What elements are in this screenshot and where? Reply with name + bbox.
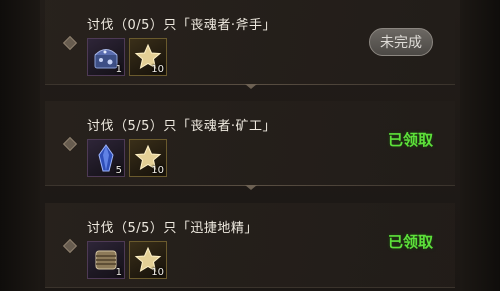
- quest-row: 讨伐（5/5）只「丧魂者·矿工」 5 10 已领取: [45, 101, 455, 190]
- divider-arrow-icon: [245, 185, 257, 190]
- reward-count: 10: [151, 64, 164, 75]
- reward-slot[interactable]: 10: [129, 139, 167, 177]
- claimed-status-label: 已领取: [387, 131, 433, 149]
- reward-count: 10: [151, 165, 164, 176]
- quest-title: 讨伐（5/5）只「丧魂者·矿工」: [87, 119, 277, 134]
- reward-count: 1: [115, 64, 122, 75]
- diamond-bullet-icon: [62, 136, 78, 152]
- quest-row: 讨伐（0/5）只「丧魂者·斧手」 1 10 未完成: [45, 0, 455, 89]
- panel-right-edge: [460, 0, 500, 291]
- incomplete-status-button[interactable]: 未完成: [369, 28, 433, 56]
- quest-title: 讨伐（5/5）只「迅捷地精」: [87, 221, 258, 236]
- diamond-bullet-icon: [62, 238, 78, 254]
- quest-row: 讨伐（5/5）只「迅捷地精」 1 10 已领取: [45, 203, 455, 288]
- reward-slot[interactable]: 1: [87, 38, 125, 76]
- panel-left-edge: [0, 0, 40, 291]
- claimed-status-label: 已领取: [387, 233, 433, 251]
- reward-list: 1 10: [87, 38, 167, 76]
- reward-count: 10: [151, 267, 164, 278]
- reward-slot[interactable]: 10: [129, 38, 167, 76]
- reward-slot[interactable]: 1: [87, 241, 125, 279]
- reward-list: 1 10: [87, 241, 167, 279]
- divider-arrow-icon: [245, 84, 257, 89]
- reward-slot[interactable]: 5: [87, 139, 125, 177]
- reward-count: 1: [115, 267, 122, 278]
- reward-list: 5 10: [87, 139, 167, 177]
- reward-count: 5: [115, 165, 122, 176]
- reward-slot[interactable]: 10: [129, 241, 167, 279]
- quest-title: 讨伐（0/5）只「丧魂者·斧手」: [87, 18, 277, 33]
- diamond-bullet-icon: [62, 35, 78, 51]
